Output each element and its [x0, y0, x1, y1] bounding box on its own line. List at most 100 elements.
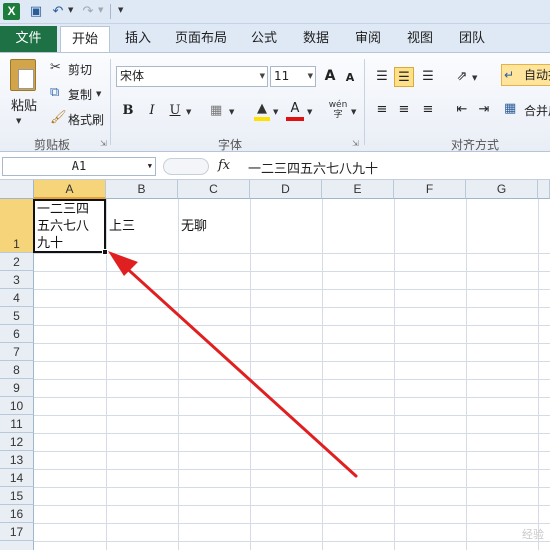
- undo-dropdown-icon[interactable]: ▼: [68, 6, 73, 14]
- row-header-5[interactable]: 5: [0, 307, 34, 325]
- column-header-e[interactable]: E: [322, 180, 394, 199]
- borders-dropdown-icon[interactable]: ▼: [229, 104, 234, 120]
- row-header-7[interactable]: 7: [0, 343, 34, 361]
- excel-app-icon[interactable]: X: [3, 3, 20, 20]
- merge-center-icon[interactable]: ▦: [504, 101, 516, 117]
- tab-team[interactable]: 团队: [450, 26, 494, 52]
- format-painter-icon[interactable]: 🖌: [50, 110, 67, 126]
- increase-indent-icon[interactable]: ⇥: [474, 100, 494, 120]
- formula-input[interactable]: 一二三四五六七八九十: [248, 158, 378, 177]
- font-launcher-icon[interactable]: ⇲: [352, 139, 359, 148]
- save-icon[interactable]: ▣: [28, 3, 44, 20]
- gridline: [322, 199, 323, 550]
- tab-review[interactable]: 审阅: [346, 26, 390, 52]
- underline-dropdown-icon[interactable]: ▼: [186, 104, 191, 120]
- format-painter-button[interactable]: 格式刷: [68, 111, 104, 128]
- phonetic-dropdown-icon[interactable]: ▼: [351, 104, 356, 120]
- underline-button[interactable]: U: [165, 101, 185, 121]
- row-header-11[interactable]: 11: [0, 415, 34, 433]
- row-header-16[interactable]: 16: [0, 505, 34, 523]
- italic-button[interactable]: I: [142, 101, 162, 121]
- cut-button[interactable]: 剪切: [68, 61, 92, 78]
- shrink-font-button[interactable]: A: [340, 68, 360, 88]
- column-header-a[interactable]: A: [34, 180, 106, 199]
- gridline: [34, 253, 550, 254]
- row-header-14[interactable]: 14: [0, 469, 34, 487]
- font-name-combo[interactable]: 宋体 ▼: [116, 66, 268, 87]
- row-header-10[interactable]: 10: [0, 397, 34, 415]
- customize-qat-icon[interactable]: ▼: [118, 6, 123, 14]
- row-header-13[interactable]: 13: [0, 451, 34, 469]
- fill-color-icon[interactable]: ▲: [254, 101, 270, 121]
- tab-file[interactable]: 文件: [0, 26, 57, 52]
- borders-icon[interactable]: ▦: [210, 103, 222, 119]
- column-header-b[interactable]: B: [106, 180, 178, 199]
- row-number: 14: [9, 471, 24, 485]
- tab-home[interactable]: 开始: [60, 26, 110, 53]
- gridline: [34, 361, 550, 362]
- paste-button-label[interactable]: 粘贴: [11, 95, 37, 114]
- align-bottom-icon[interactable]: ☰: [418, 67, 438, 87]
- tab-formulas[interactable]: 公式: [242, 26, 286, 52]
- copy-button[interactable]: 复制: [68, 86, 92, 103]
- row-header-12[interactable]: 12: [0, 433, 34, 451]
- row-header-4[interactable]: 4: [0, 289, 34, 307]
- row-header-18[interactable]: [0, 541, 34, 550]
- redo-icon[interactable]: ↷: [80, 3, 96, 20]
- row-header-1[interactable]: 1: [0, 199, 34, 253]
- tab-data[interactable]: 数据: [294, 26, 338, 52]
- chevron-down-icon: ▼: [259, 72, 265, 80]
- align-middle-icon[interactable]: ☰: [394, 67, 414, 87]
- insert-function-button[interactable]: fx: [218, 158, 230, 173]
- fill-color-dropdown-icon[interactable]: ▼: [273, 104, 278, 120]
- fill-handle[interactable]: [102, 249, 108, 255]
- paste-dropdown-icon[interactable]: ▼: [16, 113, 21, 129]
- gridline: [34, 343, 550, 344]
- row-header-8[interactable]: 8: [0, 361, 34, 379]
- phonetic-guide-icon[interactable]: wén 字: [328, 100, 348, 120]
- font-size-combo[interactable]: 11 ▼: [270, 66, 316, 87]
- row-header-17[interactable]: 17: [0, 523, 34, 541]
- paste-icon[interactable]: [10, 59, 36, 91]
- redo-dropdown-icon[interactable]: ▼: [98, 6, 103, 14]
- orientation-dropdown-icon[interactable]: ▼: [472, 70, 477, 86]
- row-header-2[interactable]: 2: [0, 253, 34, 271]
- tab-insert[interactable]: 插入: [116, 26, 160, 52]
- wrap-text-icon: ↵: [504, 68, 515, 82]
- tab-page-layout[interactable]: 页面布局: [168, 26, 234, 52]
- bold-button[interactable]: B: [118, 101, 138, 121]
- orientation-icon[interactable]: ⇗: [452, 67, 472, 87]
- copy-dropdown-icon[interactable]: ▼: [96, 86, 101, 102]
- cell-c1[interactable]: 无聊: [181, 218, 207, 235]
- align-top-icon[interactable]: ☰: [372, 67, 392, 87]
- column-header-c[interactable]: C: [178, 180, 250, 199]
- align-right-icon[interactable]: ≡: [418, 100, 438, 120]
- row-header-6[interactable]: 6: [0, 325, 34, 343]
- cell-b1[interactable]: 上三: [109, 218, 135, 235]
- column-header-f[interactable]: F: [394, 180, 466, 199]
- scissors-icon[interactable]: ✂: [50, 60, 61, 76]
- font-color-button[interactable]: A: [286, 99, 304, 121]
- column-header-g[interactable]: G: [466, 180, 538, 199]
- font-color-dropdown-icon[interactable]: ▼: [307, 104, 312, 120]
- select-all-corner[interactable]: [0, 180, 34, 199]
- row-header-3[interactable]: 3: [0, 271, 34, 289]
- undo-icon[interactable]: ↶: [50, 3, 66, 20]
- formula-bar-expand-handle[interactable]: [163, 158, 209, 175]
- copy-icon[interactable]: ⧉: [50, 85, 59, 101]
- column-header-h[interactable]: [538, 180, 550, 199]
- row-header-15[interactable]: 15: [0, 487, 34, 505]
- clipboard-launcher-icon[interactable]: ⇲: [100, 139, 107, 148]
- merge-center-button[interactable]: 合并后: [524, 102, 550, 119]
- align-left-icon[interactable]: ≡: [372, 100, 392, 120]
- qat-separator: [110, 4, 111, 19]
- row-header-9[interactable]: 9: [0, 379, 34, 397]
- gridline: [34, 487, 550, 488]
- grow-font-button[interactable]: A: [320, 66, 340, 86]
- decrease-indent-icon[interactable]: ⇤: [452, 100, 472, 120]
- column-header-d[interactable]: D: [250, 180, 322, 199]
- tab-view[interactable]: 视图: [398, 26, 442, 52]
- align-center-icon[interactable]: ≡: [394, 100, 414, 120]
- gridline: [34, 307, 550, 308]
- name-box[interactable]: A1 ▼: [2, 157, 156, 176]
